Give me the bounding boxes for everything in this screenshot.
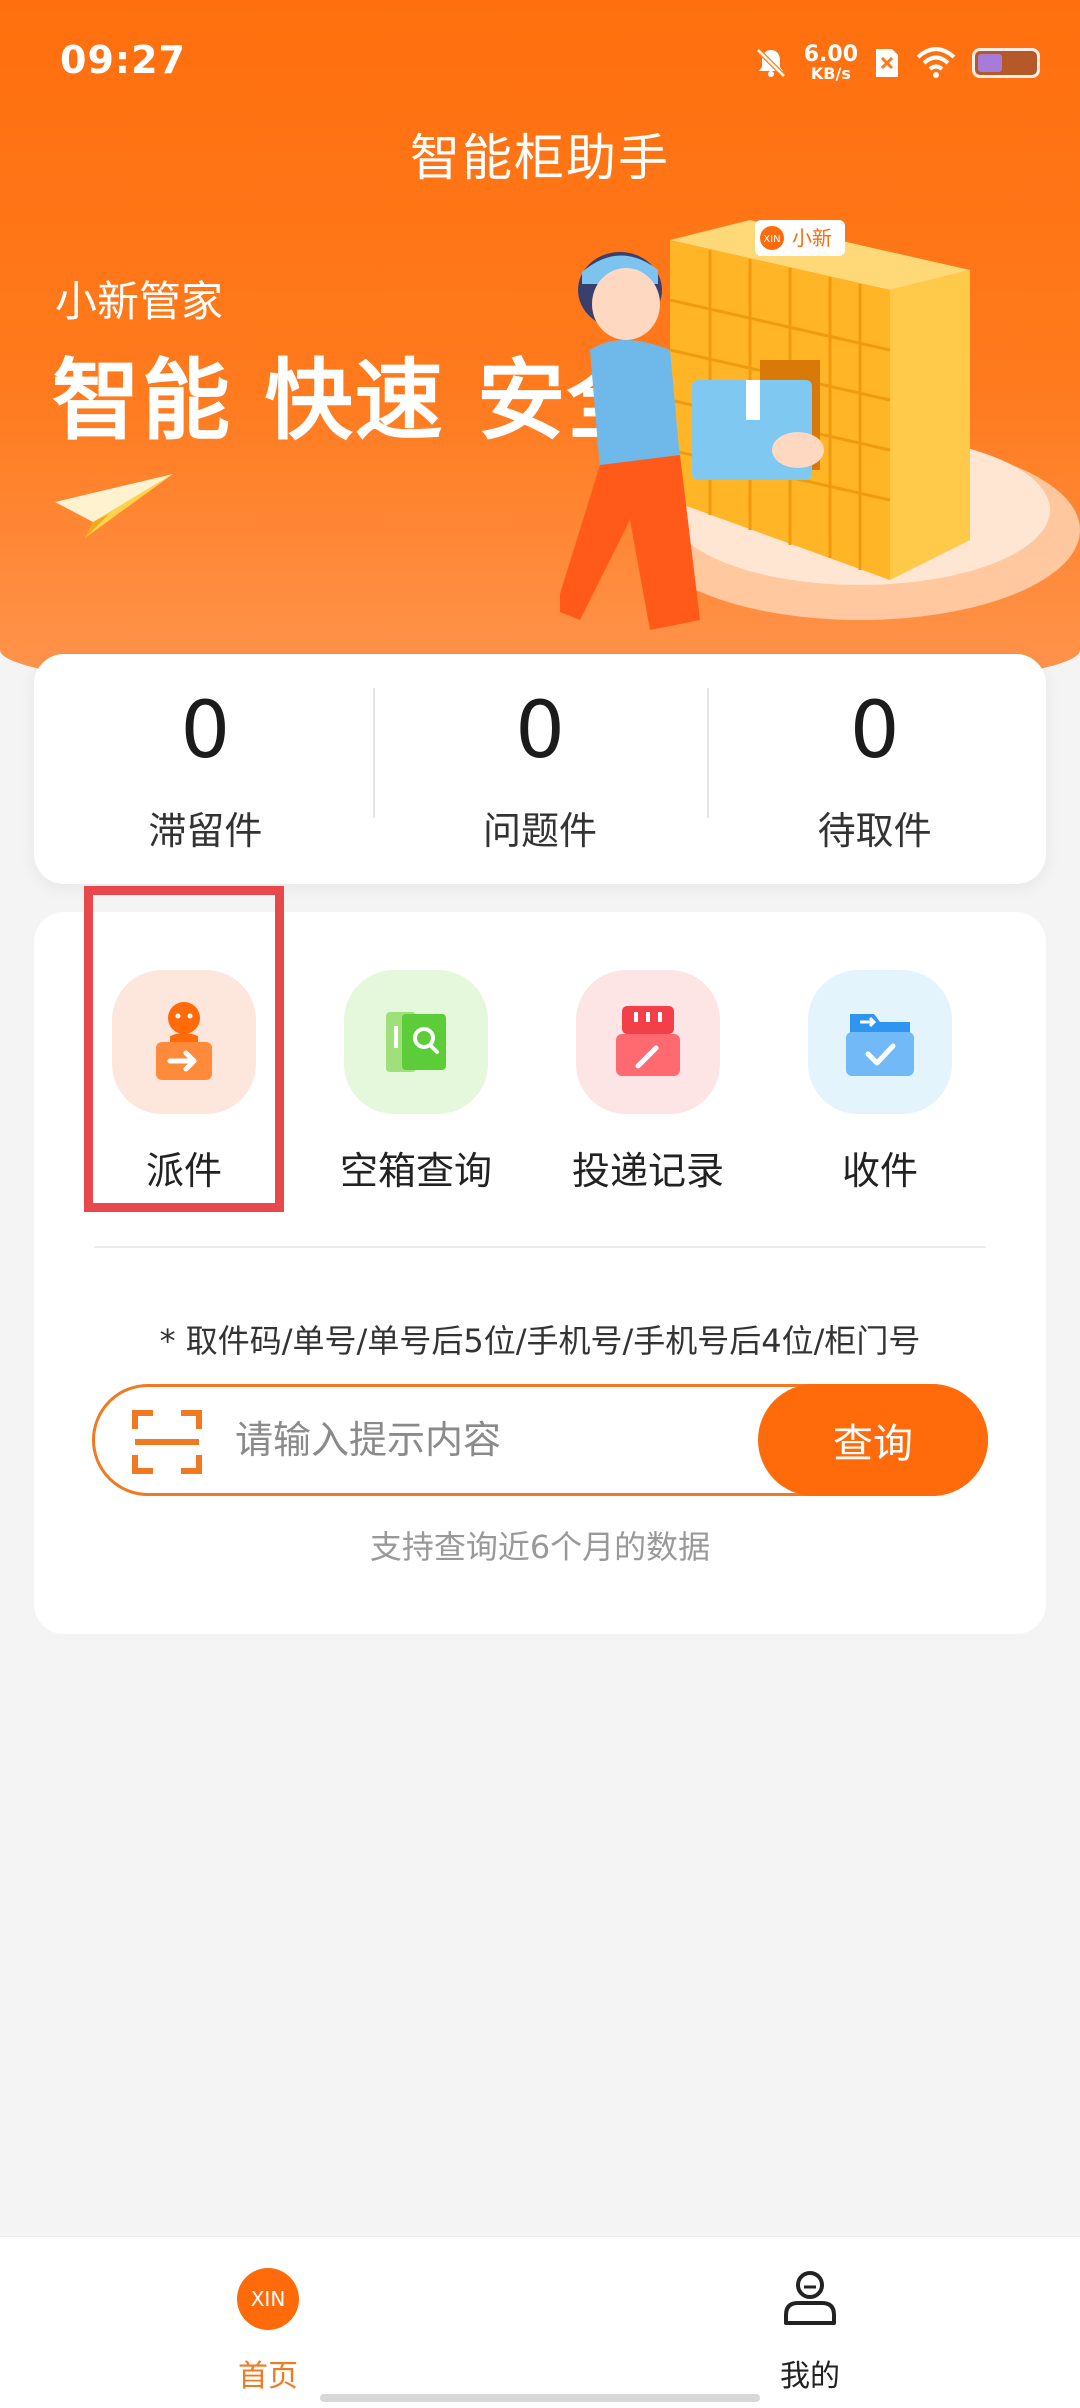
- illustration-sign: 小新: [792, 226, 832, 250]
- action-grid: 派件 空箱查询 投递记录 收件: [34, 886, 1046, 1212]
- empty-box-search-icon: [344, 970, 488, 1114]
- stats-card: 0 滞留件 0 问题件 0 待取件: [34, 654, 1046, 884]
- stat-label: 问题件: [483, 808, 598, 853]
- delivery-record-icon: [576, 970, 720, 1114]
- bell-muted-icon: [755, 48, 786, 78]
- stat-value: 0: [849, 685, 900, 776]
- stat-value: 0: [180, 685, 231, 776]
- nav-label: 首页: [238, 2359, 298, 2394]
- paper-plane-icon: [55, 474, 173, 538]
- courier-locker-illustration: XIN 小新: [560, 220, 1080, 630]
- status-time: 09:27: [60, 38, 186, 82]
- nav-label: 我的: [780, 2359, 840, 2394]
- stat-label: 待取件: [817, 808, 932, 853]
- stat-pending-pickup[interactable]: 0 待取件: [707, 648, 1042, 891]
- battery-icon: [972, 48, 1040, 78]
- divider: [94, 1246, 986, 1248]
- search-hint: * 取件码/单号/单号后5位/手机号/手机号后4位/柜门号: [159, 1322, 921, 1360]
- status-bar: 09:27 6.00 KB/s: [0, 0, 1080, 120]
- home-indicator: [320, 2394, 760, 2402]
- bottom-nav: XIN 首页 我的: [0, 2236, 1080, 2408]
- status-icons: 6.00 KB/s: [754, 40, 1040, 86]
- action-label: 收件: [841, 1149, 918, 1193]
- stat-retained[interactable]: 0 滞留件: [38, 648, 373, 891]
- action-label: 空箱查询: [339, 1149, 492, 1193]
- scan-icon[interactable]: [131, 1409, 203, 1475]
- illustration-logo: XIN: [763, 234, 780, 245]
- net-speed: 6.00 KB/s: [804, 44, 858, 82]
- page-title: 智能柜助手: [410, 129, 670, 187]
- header-banner: 09:27 6.00 KB/s 智能柜助手 小新管家 智能 快速 安全 XIN …: [0, 0, 1080, 700]
- search-bar: 查询: [92, 1384, 988, 1496]
- search-input[interactable]: [235, 1407, 655, 1473]
- nav-mine[interactable]: 我的: [710, 2267, 910, 2395]
- home-logo-text: XIN: [251, 2287, 286, 2311]
- action-label: 投递记录: [571, 1149, 724, 1193]
- receive-folder-icon: [808, 970, 952, 1114]
- highlight-annotation-box: [84, 886, 284, 1212]
- nav-home[interactable]: XIN 首页: [168, 2267, 368, 2395]
- home-logo-icon: XIN: [237, 2268, 299, 2330]
- wifi-icon: [916, 47, 956, 78]
- stat-problem[interactable]: 0 问题件: [372, 648, 708, 891]
- action-receive[interactable]: 收件: [770, 970, 990, 1195]
- net-speed-unit: KB/s: [810, 64, 851, 83]
- main-card: 派件 空箱查询 投递记录 收件 * 取件码/单号/单号后5位/手机号/手机号后4…: [34, 886, 1046, 1634]
- action-empty-box-query[interactable]: 空箱查询: [306, 970, 526, 1195]
- search-button[interactable]: 查询: [758, 1384, 988, 1496]
- brand-subtitle: 小新管家: [55, 277, 224, 326]
- stat-label: 滞留件: [148, 808, 263, 853]
- sim-off-icon: [876, 49, 898, 77]
- support-note: 支持查询近6个月的数据: [369, 1528, 711, 1566]
- stat-value: 0: [515, 685, 565, 776]
- net-speed-value: 6.00: [803, 42, 858, 67]
- action-delivery-record[interactable]: 投递记录: [538, 970, 758, 1195]
- user-profile-icon: [784, 2271, 836, 2325]
